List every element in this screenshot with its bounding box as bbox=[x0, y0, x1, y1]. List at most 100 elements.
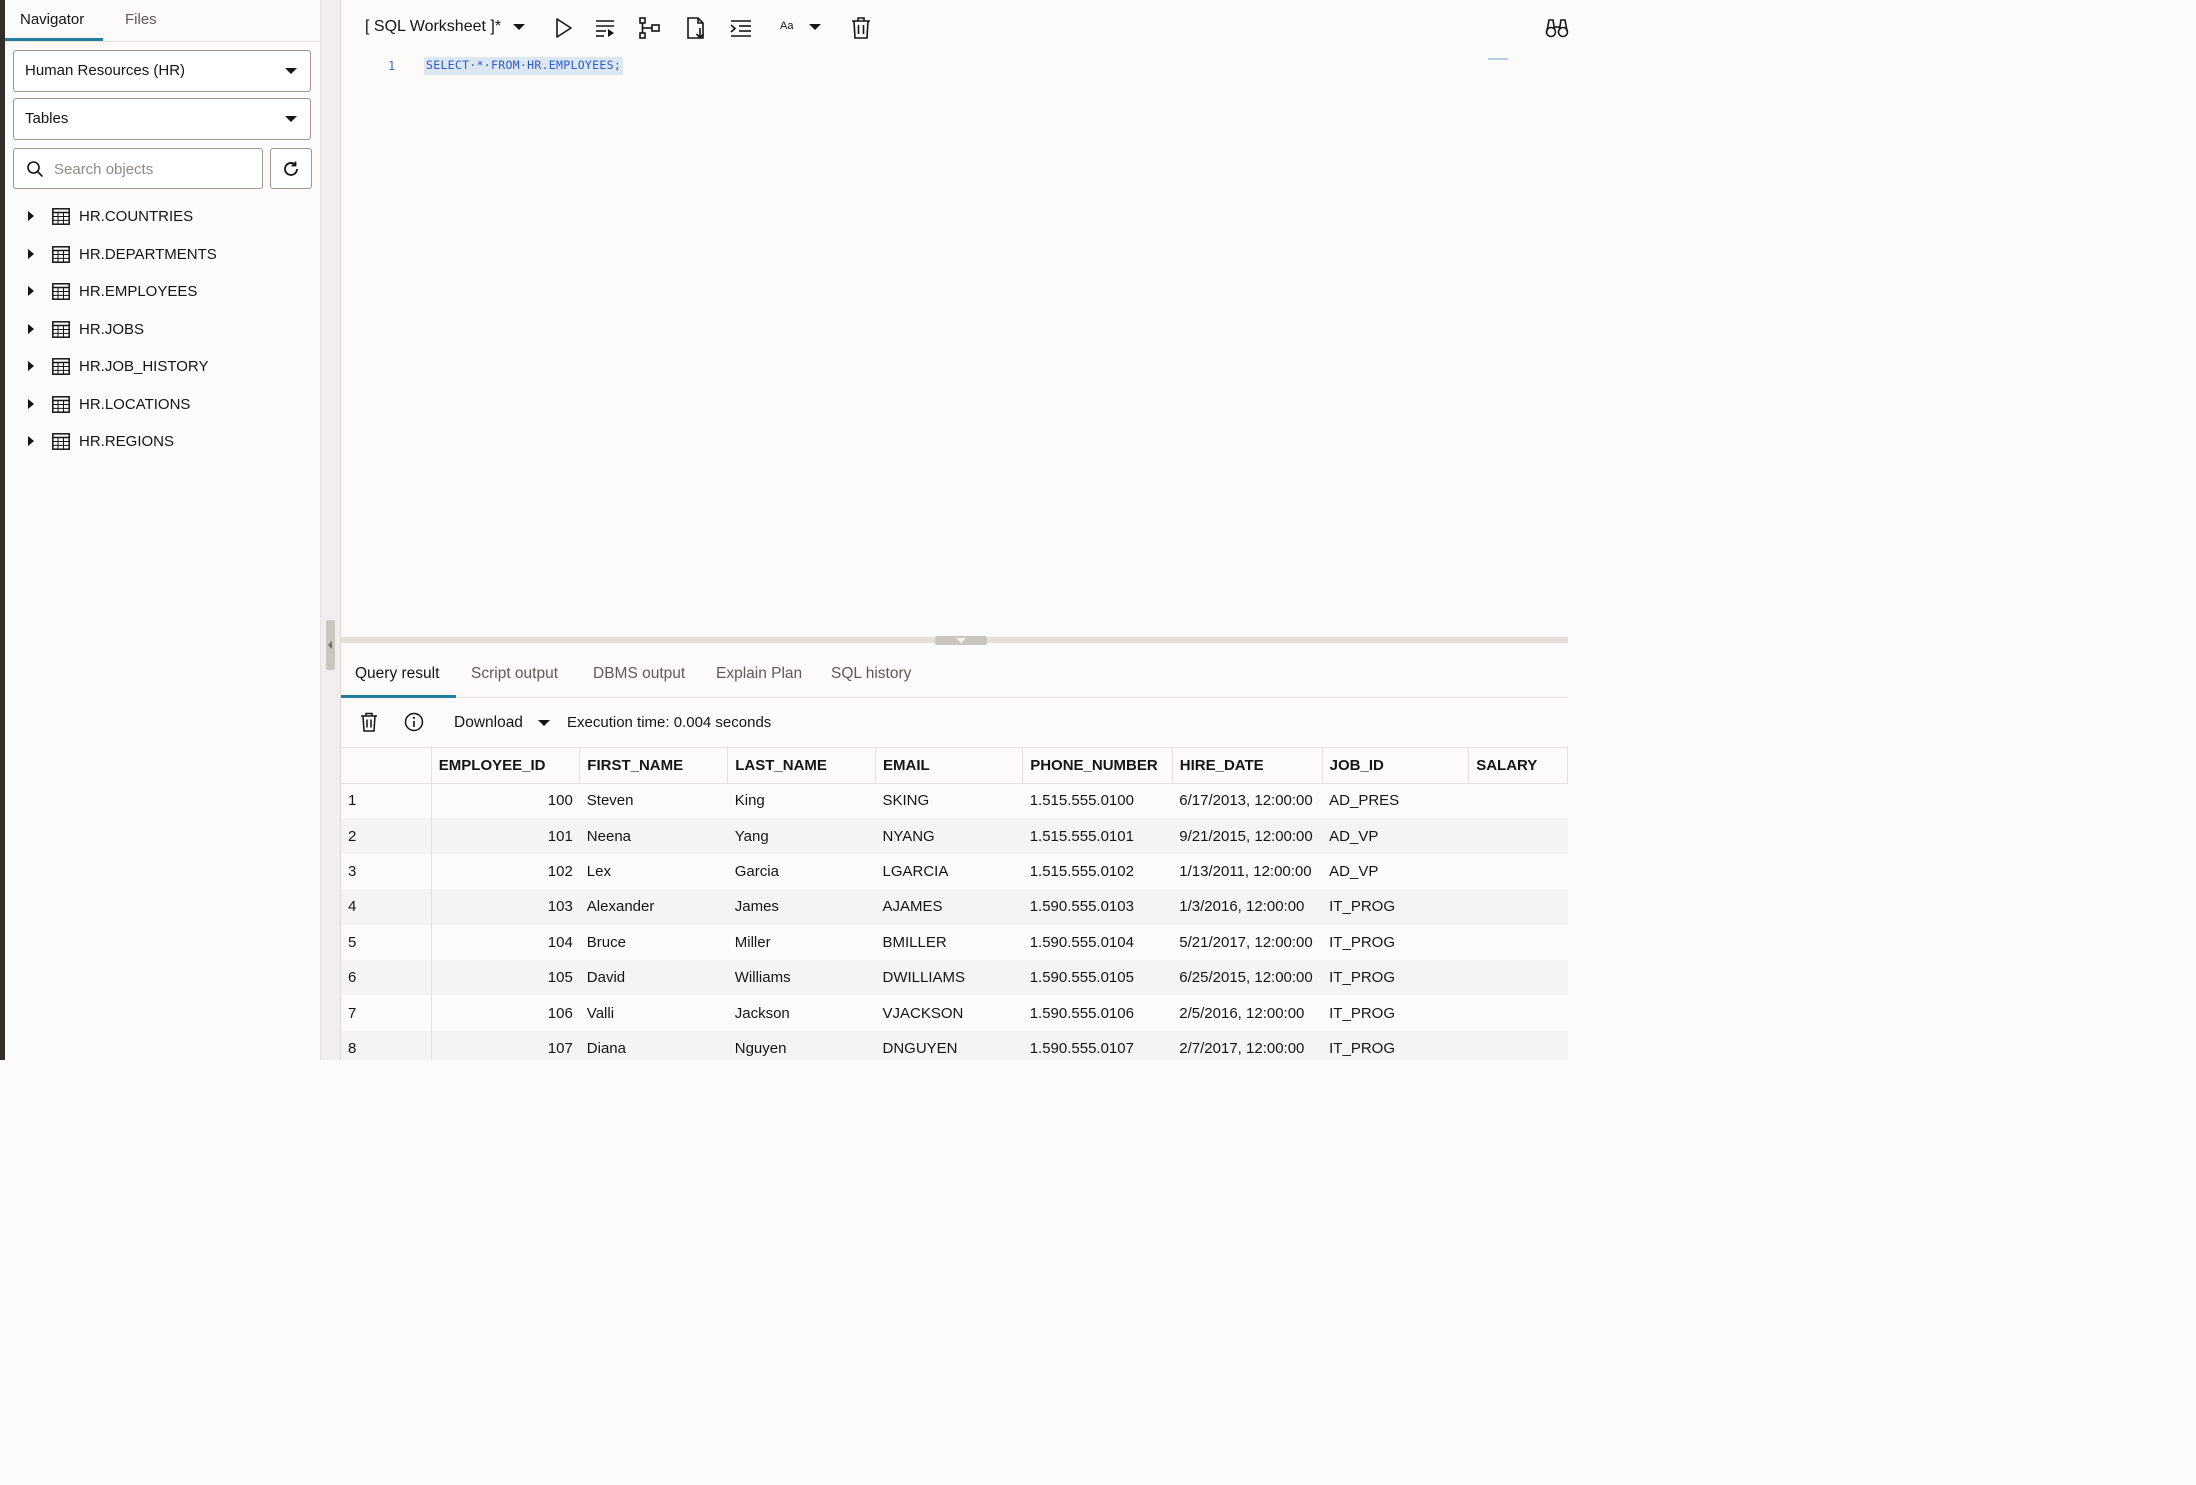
table-cell[interactable]: 104 bbox=[431, 925, 580, 960]
worksheet-title[interactable]: [ SQL Worksheet ]* bbox=[365, 18, 501, 36]
table-cell[interactable]: 103 bbox=[431, 889, 580, 925]
table-cell[interactable]: BMILLER bbox=[875, 925, 1022, 960]
table-row[interactable]: 5 104 Bruce Miller BMILLER 1.590.555.0104 5/21… bbox=[341, 924, 1568, 960]
table-cell[interactable]: Valli bbox=[580, 995, 728, 1030]
search-objects-input[interactable] bbox=[54, 158, 254, 180]
tree-item-table[interactable]: HR.COUNTRIES bbox=[5, 198, 320, 236]
tab-explain-plan[interactable]: Explain Plan bbox=[716, 665, 802, 683]
autotrace-icon[interactable] bbox=[683, 15, 709, 41]
table-row[interactable]: 8 107 Diana Nguyen DNGUYEN 1.590.555.0107 2/7/… bbox=[341, 1030, 1568, 1060]
table-cell[interactable]: 107 bbox=[431, 1030, 580, 1060]
table-row[interactable]: 4 103 Alexander James AJAMES 1.590.555.0103 1/… bbox=[341, 889, 1568, 925]
table-cell[interactable] bbox=[1469, 925, 1568, 960]
table-cell[interactable]: AD_VP bbox=[1322, 854, 1469, 889]
table-cell[interactable]: 2/5/2016, 12:00:00 bbox=[1172, 995, 1322, 1030]
table-cell[interactable]: Williams bbox=[727, 959, 876, 996]
table-cell[interactable] bbox=[1469, 995, 1568, 1030]
table-cell[interactable]: 6/17/2013, 12:00:00 bbox=[1172, 783, 1322, 818]
table-cell[interactable]: Diana bbox=[579, 1030, 728, 1060]
table-cell[interactable]: Miller bbox=[728, 925, 876, 960]
table-cell[interactable]: 102 bbox=[431, 854, 580, 889]
tab-sql-history[interactable]: SQL history bbox=[831, 665, 911, 683]
panel-splitter[interactable] bbox=[320, 0, 341, 1060]
table-cell[interactable]: NYANG bbox=[875, 818, 1023, 854]
expand-arrow-icon[interactable] bbox=[28, 361, 34, 371]
code-line[interactable]: SELECT·*·FROM·HR.EMPLOYEES; bbox=[424, 57, 624, 75]
table-cell[interactable]: DNGUYEN bbox=[875, 1030, 1023, 1060]
table-cell[interactable]: Alexander bbox=[579, 889, 728, 925]
object-type-select[interactable]: Tables bbox=[13, 98, 311, 140]
table-cell[interactable]: LGARCIA bbox=[875, 854, 1022, 889]
column-header[interactable]: EMPLOYEE_ID bbox=[431, 748, 581, 784]
column-header[interactable]: HIRE_DATE bbox=[1172, 748, 1323, 784]
explain-plan-icon[interactable] bbox=[637, 15, 663, 41]
table-cell[interactable]: 1/13/2011, 12:00:00 bbox=[1172, 854, 1322, 889]
table-cell[interactable] bbox=[1468, 889, 1568, 925]
expand-arrow-icon[interactable] bbox=[28, 436, 34, 446]
font-size-icon[interactable]: Aa bbox=[780, 20, 793, 32]
schema-select[interactable]: Human Resources (HR) bbox=[13, 50, 311, 92]
table-cell[interactable]: Lex bbox=[580, 854, 728, 889]
collapse-navigator-handle[interactable] bbox=[326, 620, 335, 670]
table-cell[interactable]: Steven bbox=[580, 783, 728, 818]
table-cell[interactable]: 2/7/2017, 12:00:00 bbox=[1172, 1030, 1323, 1060]
table-cell[interactable]: Yang bbox=[727, 818, 876, 854]
tree-item-table[interactable]: HR.REGIONS bbox=[5, 423, 320, 461]
table-row[interactable]: 1 100 Steven King SKING 1.515.555.0100 6/17/20… bbox=[341, 783, 1568, 819]
table-cell[interactable]: 106 bbox=[431, 995, 580, 1030]
table-cell[interactable]: 1.515.555.0100 bbox=[1023, 783, 1173, 818]
column-header[interactable]: FIRST_NAME bbox=[579, 748, 729, 784]
tree-item-table[interactable]: HR.JOBS bbox=[5, 311, 320, 349]
column-header[interactable]: LAST_NAME bbox=[727, 748, 876, 784]
table-cell[interactable] bbox=[1469, 854, 1568, 889]
table-cell[interactable]: 100 bbox=[431, 783, 580, 818]
table-cell[interactable]: 1.590.555.0103 bbox=[1022, 889, 1173, 925]
table-cell[interactable]: 1.590.555.0105 bbox=[1022, 959, 1173, 996]
table-cell[interactable] bbox=[1468, 1030, 1568, 1060]
column-header[interactable]: SALARY bbox=[1468, 748, 1568, 784]
expand-arrow-icon[interactable] bbox=[28, 211, 34, 221]
binoculars-icon[interactable] bbox=[1544, 15, 1570, 41]
tree-item-table[interactable]: HR.DEPARTMENTS bbox=[5, 236, 320, 274]
table-row[interactable]: 2 101 Neena Yang NYANG 1.515.555.0101 9/21/201… bbox=[341, 818, 1568, 854]
table-cell[interactable]: Nguyen bbox=[727, 1030, 876, 1060]
table-cell[interactable]: 1.590.555.0106 bbox=[1023, 995, 1173, 1030]
column-header[interactable]: EMAIL bbox=[875, 748, 1024, 784]
table-row[interactable]: 6 105 David Williams DWILLIAMS 1.590.555.0105… bbox=[341, 959, 1568, 996]
refresh-button[interactable] bbox=[270, 148, 312, 189]
table-cell[interactable] bbox=[1468, 959, 1568, 996]
tab-files[interactable]: Files bbox=[125, 11, 157, 28]
table-cell[interactable]: IT_PROG bbox=[1322, 959, 1469, 996]
table-cell[interactable]: AD_PRES bbox=[1322, 783, 1469, 818]
table-cell[interactable]: DWILLIAMS bbox=[875, 959, 1023, 996]
tree-item-table[interactable]: HR.EMPLOYEES bbox=[5, 273, 320, 311]
table-cell[interactable]: IT_PROG bbox=[1322, 1030, 1469, 1060]
table-cell[interactable]: Neena bbox=[579, 818, 728, 854]
table-cell[interactable]: IT_PROG bbox=[1322, 889, 1469, 925]
table-cell[interactable]: IT_PROG bbox=[1322, 995, 1469, 1030]
table-cell[interactable]: AJAMES bbox=[875, 889, 1023, 925]
chevron-down-icon[interactable] bbox=[513, 24, 525, 30]
table-row[interactable]: 7 106 Valli Jackson VJACKSON 1.590.555.0106 2/… bbox=[341, 995, 1568, 1031]
expand-arrow-icon[interactable] bbox=[28, 248, 34, 259]
run-statement-icon[interactable] bbox=[550, 15, 576, 41]
table-cell[interactable] bbox=[1468, 818, 1568, 854]
tree-item-table[interactable]: HR.JOB_HISTORY bbox=[5, 348, 320, 386]
table-cell[interactable]: 5/21/2017, 12:00:00 bbox=[1172, 925, 1322, 960]
table-row[interactable]: 3 102 Lex Garcia LGARCIA 1.515.555.0102 1/13/2… bbox=[341, 853, 1568, 890]
table-cell[interactable]: Garcia bbox=[728, 854, 876, 889]
expand-arrow-icon[interactable] bbox=[28, 323, 34, 334]
clear-icon[interactable] bbox=[848, 15, 874, 41]
table-cell[interactable]: VJACKSON bbox=[875, 995, 1022, 1030]
tab-query-result[interactable]: Query result bbox=[355, 665, 439, 683]
table-cell[interactable]: 1/3/2016, 12:00:00 bbox=[1172, 889, 1323, 925]
tab-dbms-output[interactable]: DBMS output bbox=[593, 665, 685, 683]
chevron-down-icon[interactable] bbox=[809, 24, 821, 30]
table-cell[interactable]: Bruce bbox=[580, 925, 728, 960]
table-cell[interactable]: 1.590.555.0104 bbox=[1023, 925, 1173, 960]
tab-navigator[interactable]: Navigator bbox=[20, 11, 84, 28]
info-icon[interactable] bbox=[403, 711, 425, 733]
table-cell[interactable]: James bbox=[727, 889, 876, 925]
table-cell[interactable]: 101 bbox=[431, 818, 580, 854]
table-cell[interactable]: 9/21/2015, 12:00:00 bbox=[1172, 818, 1323, 854]
